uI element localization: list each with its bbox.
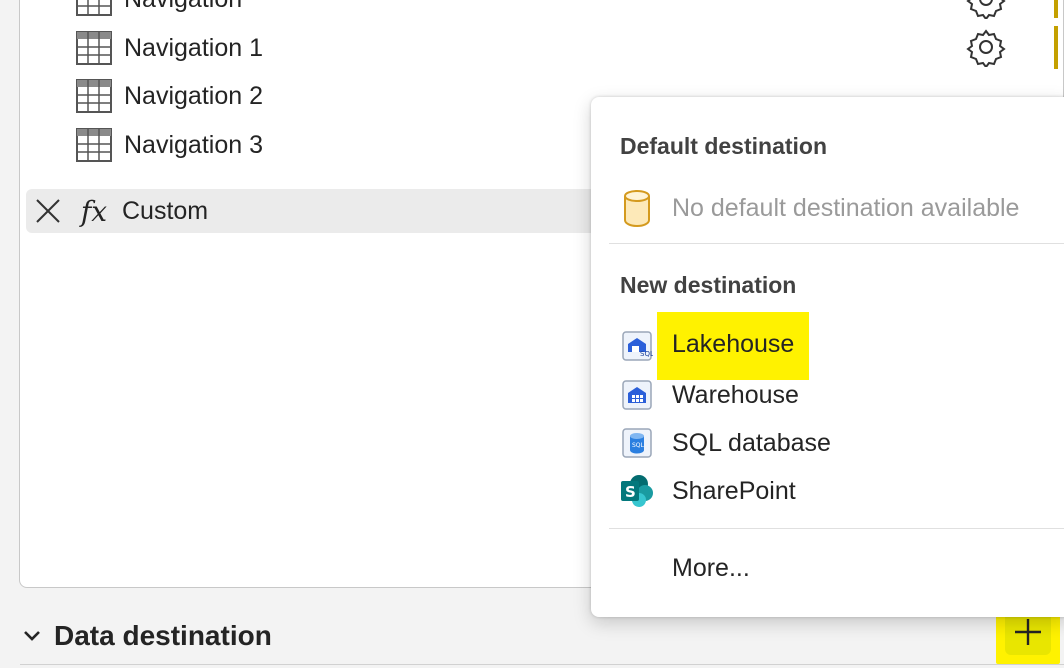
menu-item-lakehouse[interactable]: SQL — [617, 324, 657, 368]
table-icon — [76, 0, 112, 16]
lakehouse-icon: SQL — [617, 326, 657, 366]
table-icon — [76, 79, 112, 113]
step-warning-indicator — [1054, 0, 1058, 18]
svg-text:SQL: SQL — [640, 350, 653, 358]
chevron-down-icon[interactable] — [20, 624, 44, 648]
menu-item-label: More... — [672, 553, 750, 582]
step-warning-indicator — [1054, 26, 1058, 69]
delete-step-close-icon[interactable] — [26, 189, 70, 233]
menu-item-label[interactable]: Lakehouse — [672, 330, 794, 359]
database-icon — [617, 188, 657, 228]
menu-divider — [609, 243, 1064, 244]
sql-database-icon: SQL — [617, 423, 657, 463]
step-custom[interactable]: fx Custom — [26, 189, 606, 233]
section-divider — [20, 664, 1064, 665]
menu-item-label: SharePoint — [672, 476, 796, 505]
default-destination-heading: Default destination — [620, 133, 828, 159]
menu-item-sharepoint[interactable]: S SharePoint — [617, 469, 796, 513]
menu-item-label: No default destination available — [672, 193, 1020, 222]
menu-item-label: Warehouse — [672, 380, 799, 409]
step-navigation-3[interactable]: Navigation 3 — [76, 123, 263, 167]
warehouse-icon — [617, 375, 657, 415]
step-label: Custom — [122, 196, 209, 225]
step-navigation-2[interactable]: Navigation 2 — [76, 74, 263, 118]
fx-icon: fx — [80, 194, 108, 228]
step-navigation[interactable]: Navigation — [76, 0, 242, 21]
step-label: Navigation 2 — [124, 81, 263, 110]
svg-text:S: S — [625, 483, 636, 501]
step-label: Navigation 3 — [124, 130, 263, 159]
step-navigation-1[interactable]: Navigation 1 — [76, 26, 263, 70]
new-destination-heading: New destination — [620, 272, 797, 298]
table-icon — [76, 31, 112, 65]
menu-item-label: SQL database — [672, 428, 831, 457]
data-destination-header[interactable]: Data destination — [20, 612, 272, 660]
svg-text:SQL: SQL — [632, 442, 645, 449]
menu-item-more[interactable]: More... — [672, 546, 750, 590]
table-icon — [76, 128, 112, 162]
menu-item-sql-database[interactable]: SQL SQL database — [617, 421, 831, 465]
section-title: Data destination — [54, 620, 272, 651]
plus-icon — [1015, 619, 1041, 645]
sharepoint-icon: S — [617, 471, 657, 511]
step-label: Navigation — [124, 0, 242, 14]
step-label: Navigation 1 — [124, 33, 263, 62]
step-settings-gear-icon[interactable] — [966, 27, 1006, 67]
menu-divider — [609, 528, 1064, 529]
step-settings-gear-icon[interactable] — [966, 0, 1006, 19]
power-query-editor: Navigation Navigation 1 Navigati — [0, 0, 1064, 668]
no-default-destination-item: No default destination available — [617, 186, 1019, 230]
